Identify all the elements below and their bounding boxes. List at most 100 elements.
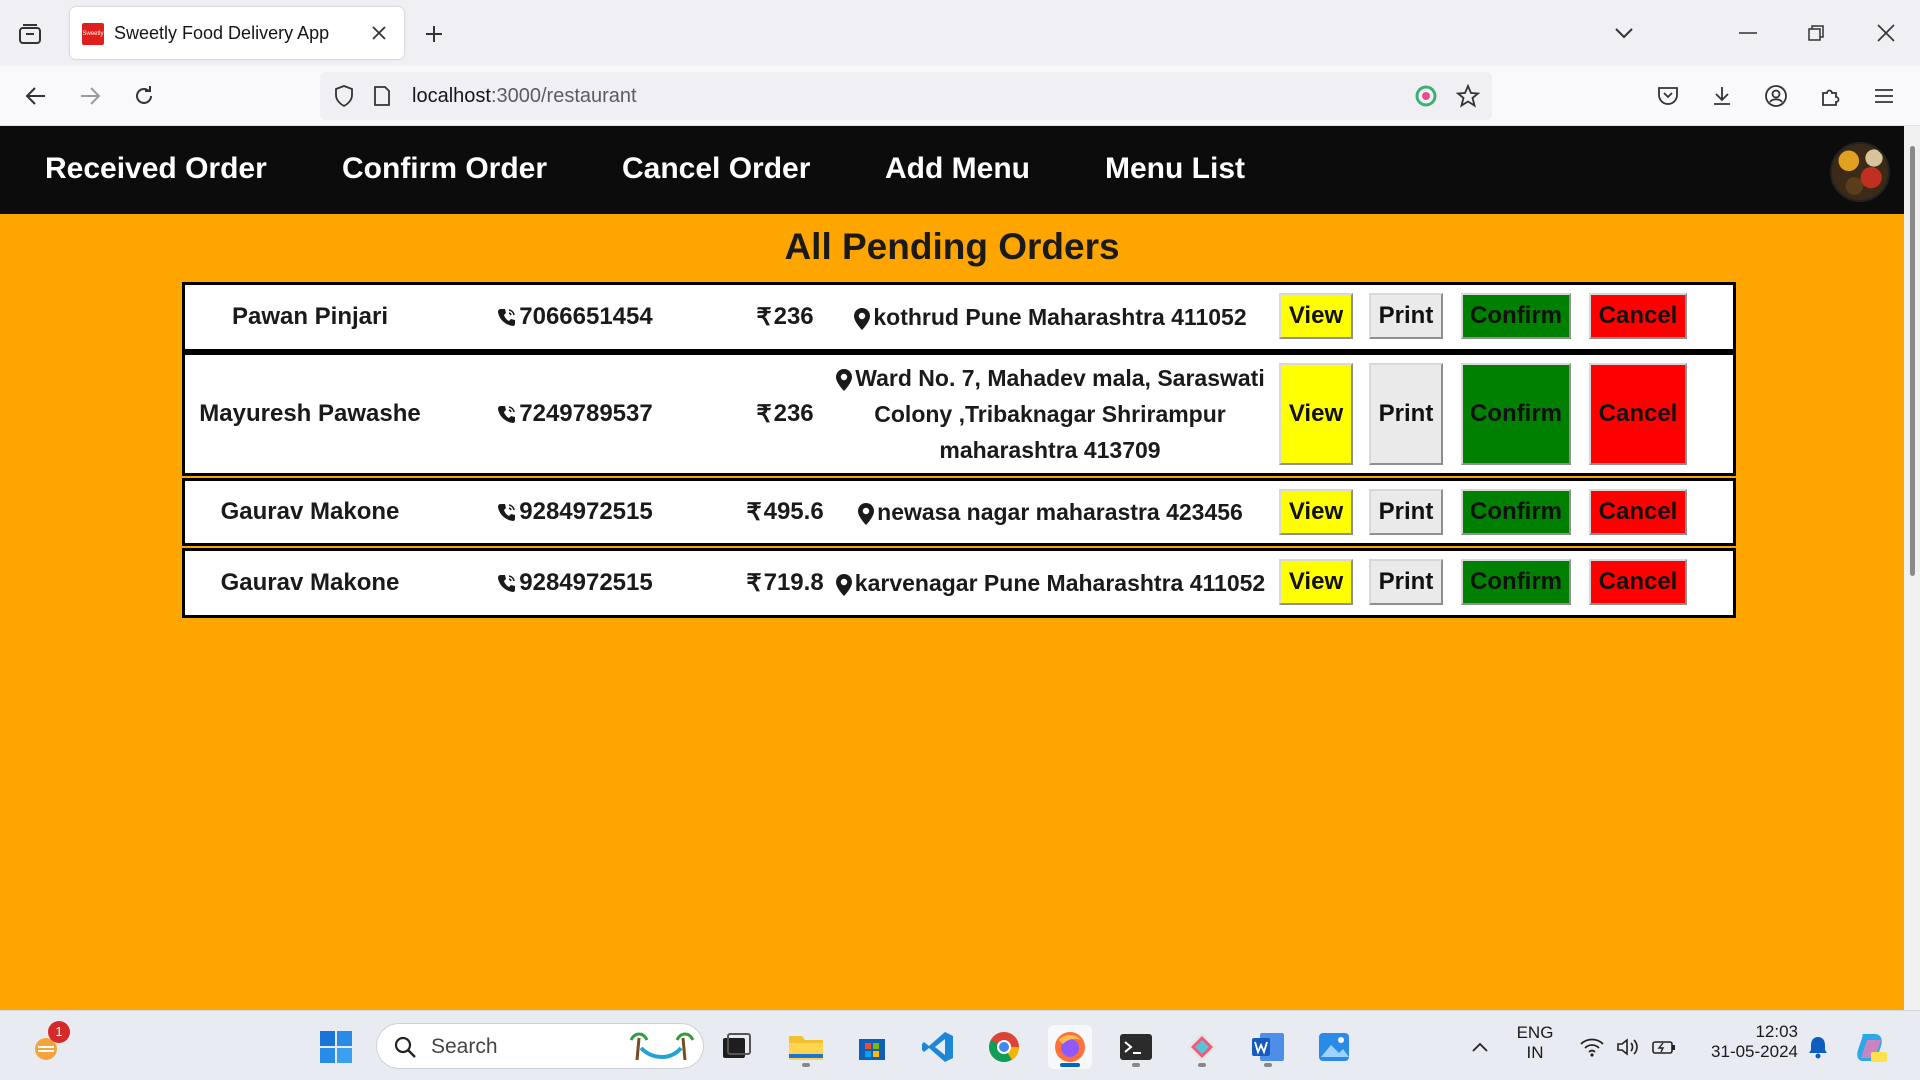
word-icon[interactable] bbox=[1246, 1025, 1290, 1069]
location-pin-icon bbox=[854, 307, 871, 330]
cancel-button[interactable]: Cancel bbox=[1589, 363, 1687, 465]
app-navbar: Received Order Confirm Order Cancel Orde… bbox=[0, 126, 1904, 214]
tab-title: Sweetly Food Delivery App bbox=[114, 23, 330, 43]
taskbar: 1 Search ENG IN 12:03 31-05-2024 bbox=[0, 1010, 1920, 1080]
browser-tab-bar: Sweetly Sweetly Food Delivery App bbox=[0, 0, 1920, 66]
location-pin-icon bbox=[835, 573, 852, 596]
clock-date: 31-05-2024 bbox=[1711, 1042, 1798, 1061]
delivery-address: karvenagar Pune Maharashtra 411052 bbox=[815, 551, 1285, 615]
nav-received-order[interactable]: Received Order bbox=[45, 152, 267, 186]
restore-icon[interactable] bbox=[1796, 14, 1836, 52]
minimize-icon[interactable] bbox=[1728, 14, 1768, 52]
print-button[interactable]: Print bbox=[1369, 489, 1443, 535]
cancel-button[interactable]: Cancel bbox=[1589, 293, 1687, 339]
photos-icon[interactable] bbox=[1312, 1025, 1356, 1069]
microsoft-store-icon[interactable] bbox=[850, 1025, 894, 1069]
customer-name: Gaurav Makone bbox=[220, 498, 400, 525]
widgets-icon[interactable]: 1 bbox=[24, 1021, 70, 1069]
language-indicator[interactable]: ENG IN bbox=[1515, 1023, 1555, 1063]
delivery-address: kothrud Pune Maharashtra 411052 bbox=[815, 285, 1285, 349]
show-hidden-icons-chevron-icon[interactable] bbox=[1458, 1025, 1502, 1069]
downloads-icon[interactable] bbox=[1704, 78, 1740, 114]
nav-cancel-order[interactable]: Cancel Order bbox=[622, 152, 810, 186]
phone-icon bbox=[498, 504, 516, 521]
pocket-icon[interactable] bbox=[1650, 78, 1686, 114]
url-text: localhost:3000/restaurant bbox=[412, 85, 637, 107]
account-icon[interactable] bbox=[1758, 78, 1794, 114]
customer-name: Mayuresh Pawashe bbox=[199, 400, 421, 427]
cancel-button[interactable]: Cancel bbox=[1589, 489, 1687, 535]
scrollbar-thumb[interactable] bbox=[1910, 146, 1915, 576]
volume-icon[interactable] bbox=[1610, 1025, 1646, 1069]
snipping-tool-icon[interactable] bbox=[1180, 1025, 1224, 1069]
list-all-tabs-chevron-icon[interactable] bbox=[1604, 14, 1644, 52]
nav-menu-list[interactable]: Menu List bbox=[1105, 152, 1245, 186]
cancel-button[interactable]: Cancel bbox=[1589, 559, 1687, 605]
notification-bell-icon[interactable] bbox=[1798, 1025, 1838, 1069]
vscode-icon[interactable] bbox=[916, 1025, 960, 1069]
delivery-address: Ward No. 7, Mahadev mala, Saraswati Colo… bbox=[815, 355, 1285, 473]
confirm-button[interactable]: Confirm bbox=[1461, 559, 1571, 605]
bookmark-star-icon[interactable] bbox=[1454, 82, 1482, 110]
clock[interactable]: 12:03 31-05-2024 bbox=[1694, 1022, 1798, 1062]
view-button[interactable]: View bbox=[1279, 293, 1353, 339]
clock-time: 12:03 bbox=[1755, 1022, 1798, 1041]
confirm-button[interactable]: Confirm bbox=[1461, 363, 1571, 465]
location-pin-icon bbox=[858, 502, 875, 525]
confirm-button[interactable]: Confirm bbox=[1461, 293, 1571, 339]
customer-phone: 7066651454 bbox=[475, 285, 675, 349]
phone-icon bbox=[498, 406, 516, 423]
print-button[interactable]: Print bbox=[1369, 559, 1443, 605]
tab-favicon: Sweetly bbox=[82, 23, 104, 45]
nav-add-menu[interactable]: Add Menu bbox=[885, 152, 1030, 186]
extensions-puzzle-icon[interactable] bbox=[1812, 78, 1848, 114]
rupee-icon: ₹ bbox=[746, 569, 762, 597]
view-button[interactable]: View bbox=[1279, 489, 1353, 535]
close-window-icon[interactable] bbox=[1866, 14, 1906, 52]
confirm-button[interactable]: Confirm bbox=[1461, 489, 1571, 535]
rupee-icon: ₹ bbox=[756, 400, 772, 428]
page-scrollbar[interactable] bbox=[1904, 126, 1920, 1010]
copilot-icon[interactable] bbox=[1848, 1025, 1892, 1069]
order-row: Gaurav Makone 9284972515 ₹495.6 newasa n… bbox=[182, 478, 1736, 546]
order-row: Mayuresh Pawashe 7249789537 ₹236 Ward No… bbox=[182, 352, 1736, 476]
customer-phone: 9284972515 bbox=[475, 551, 675, 615]
back-arrow-icon[interactable] bbox=[18, 78, 54, 114]
phone-icon bbox=[498, 309, 516, 326]
view-button[interactable]: View bbox=[1279, 559, 1353, 605]
search-placeholder: Search bbox=[431, 1035, 498, 1058]
page-info-icon[interactable] bbox=[368, 82, 396, 110]
restaurant-avatar[interactable] bbox=[1830, 142, 1890, 202]
hamburger-menu-icon[interactable] bbox=[1866, 78, 1902, 114]
rupee-icon: ₹ bbox=[756, 303, 772, 331]
extension-color-icon[interactable] bbox=[1412, 82, 1440, 110]
page-content: Received Order Confirm Order Cancel Orde… bbox=[0, 126, 1904, 1010]
search-icon bbox=[394, 1036, 416, 1058]
tab-list-icon[interactable] bbox=[14, 19, 46, 49]
print-button[interactable]: Print bbox=[1369, 363, 1443, 465]
start-windows-icon[interactable] bbox=[314, 1025, 358, 1069]
nav-confirm-order[interactable]: Confirm Order bbox=[342, 152, 547, 186]
customer-name: Gaurav Makone bbox=[220, 569, 400, 596]
task-view-icon[interactable] bbox=[714, 1025, 758, 1069]
new-tab-icon[interactable] bbox=[418, 18, 450, 50]
view-button[interactable]: View bbox=[1279, 363, 1353, 465]
url-bar[interactable]: localhost:3000/restaurant bbox=[320, 72, 1492, 120]
customer-phone: 9284972515 bbox=[475, 481, 675, 543]
print-button[interactable]: Print bbox=[1369, 293, 1443, 339]
delivery-address: newasa nagar maharastra 423456 bbox=[815, 481, 1285, 543]
forward-arrow-icon[interactable] bbox=[72, 78, 108, 114]
shield-icon[interactable] bbox=[330, 82, 358, 110]
customer-name: Pawan Pinjari bbox=[231, 303, 389, 330]
close-tab-icon[interactable] bbox=[366, 20, 392, 46]
reload-icon[interactable] bbox=[126, 78, 162, 114]
taskbar-search[interactable]: Search bbox=[376, 1023, 704, 1069]
phone-icon bbox=[498, 575, 516, 592]
battery-icon[interactable] bbox=[1646, 1025, 1682, 1069]
firefox-icon[interactable] bbox=[1048, 1025, 1092, 1069]
browser-tab-active[interactable]: Sweetly Sweetly Food Delivery App bbox=[70, 7, 404, 59]
chrome-icon[interactable] bbox=[982, 1025, 1026, 1069]
file-explorer-icon[interactable] bbox=[784, 1025, 828, 1069]
wifi-icon[interactable] bbox=[1574, 1025, 1610, 1069]
terminal-icon[interactable] bbox=[1114, 1025, 1158, 1069]
